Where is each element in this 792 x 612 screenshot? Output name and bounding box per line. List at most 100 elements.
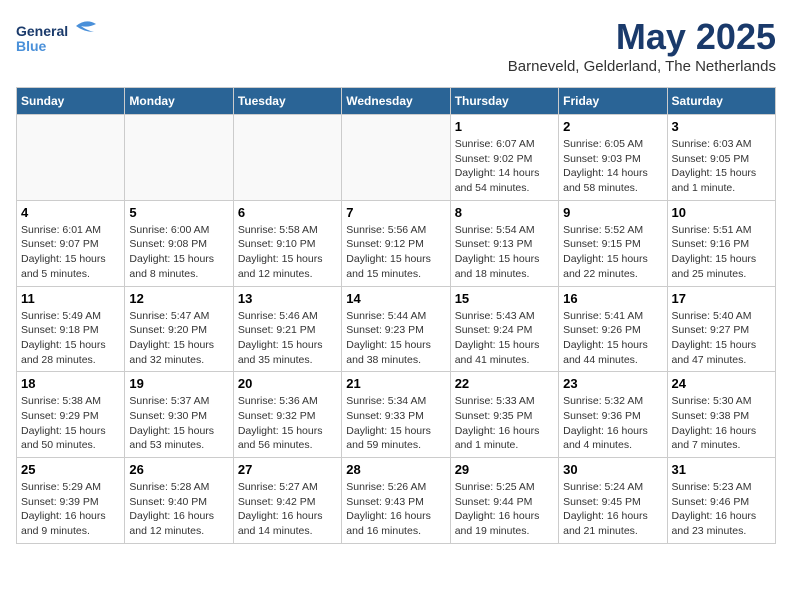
day-info: Sunrise: 5:43 AM Sunset: 9:24 PM Dayligh… — [455, 309, 554, 368]
day-info: Sunrise: 5:32 AM Sunset: 9:36 PM Dayligh… — [563, 394, 662, 453]
day-number: 27 — [238, 462, 337, 477]
calendar-cell — [233, 115, 341, 201]
calendar-cell — [342, 115, 450, 201]
calendar-cell: 25 Sunrise: 5:29 AM Sunset: 9:39 PM Dayli… — [17, 458, 125, 544]
day-number: 14 — [346, 291, 445, 306]
day-info: Sunrise: 5:27 AM Sunset: 9:42 PM Dayligh… — [238, 480, 337, 539]
day-number: 24 — [672, 376, 771, 391]
day-info: Sunrise: 5:47 AM Sunset: 9:20 PM Dayligh… — [129, 309, 228, 368]
calendar-cell: 30Sunrise: 5:24 AM Sunset: 9:45 PM Dayli… — [559, 458, 667, 544]
day-info: Sunrise: 5:49 AM Sunset: 9:18 PM Dayligh… — [21, 309, 120, 368]
weekday-header-thursday: Thursday — [450, 88, 558, 115]
day-number: 31 — [672, 462, 771, 477]
calendar-cell: 10 Sunrise: 5:51 AM Sunset: 9:16 PM Dayli… — [667, 200, 775, 286]
calendar-cell: 1Sunrise: 6:07 AM Sunset: 9:02 PM Daylig… — [450, 115, 558, 201]
calendar-cell — [17, 115, 125, 201]
calendar-cell: 9Sunrise: 5:52 AM Sunset: 9:15 PM Daylig… — [559, 200, 667, 286]
day-info: Sunrise: 5:29 AM Sunset: 9:39 PM Dayligh… — [21, 480, 120, 539]
calendar-cell: 28 Sunrise: 5:26 AM Sunset: 9:43 PM Dayli… — [342, 458, 450, 544]
day-info: Sunrise: 5:40 AM Sunset: 9:27 PM Dayligh… — [672, 309, 771, 368]
day-number: 11 — [21, 291, 120, 306]
day-number: 7 — [346, 205, 445, 220]
day-number: 15 — [455, 291, 554, 306]
day-info: Sunrise: 5:44 AM Sunset: 9:23 PM Dayligh… — [346, 309, 445, 368]
calendar-cell: 23 Sunrise: 5:32 AM Sunset: 9:36 PM Dayli… — [559, 372, 667, 458]
calendar-cell: 22Sunrise: 5:33 AM Sunset: 9:35 PM Dayli… — [450, 372, 558, 458]
day-info: Sunrise: 5:54 AM Sunset: 9:13 PM Dayligh… — [455, 223, 554, 282]
calendar-cell: 20 Sunrise: 5:36 AM Sunset: 9:32 PM Dayli… — [233, 372, 341, 458]
calendar-cell — [125, 115, 233, 201]
calendar-cell: 12Sunrise: 5:47 AM Sunset: 9:20 PM Dayli… — [125, 286, 233, 372]
calendar-cell: 15 Sunrise: 5:43 AM Sunset: 9:24 PM Dayli… — [450, 286, 558, 372]
calendar-cell: 24Sunrise: 5:30 AM Sunset: 9:38 PM Dayli… — [667, 372, 775, 458]
day-info: Sunrise: 5:34 AM Sunset: 9:33 PM Dayligh… — [346, 394, 445, 453]
calendar-cell: 27 Sunrise: 5:27 AM Sunset: 9:42 PM Dayli… — [233, 458, 341, 544]
calendar-cell: 2 Sunrise: 6:05 AM Sunset: 9:03 PM Daylig… — [559, 115, 667, 201]
calendar-week-row-1: 1Sunrise: 6:07 AM Sunset: 9:02 PM Daylig… — [17, 115, 776, 201]
day-info: Sunrise: 6:01 AM Sunset: 9:07 PM Dayligh… — [21, 223, 120, 282]
calendar-cell: 16 Sunrise: 5:41 AM Sunset: 9:26 PM Dayli… — [559, 286, 667, 372]
day-info: Sunrise: 5:26 AM Sunset: 9:43 PM Dayligh… — [346, 480, 445, 539]
day-number: 4 — [21, 205, 120, 220]
weekday-header-wednesday: Wednesday — [342, 88, 450, 115]
day-number: 29 — [455, 462, 554, 477]
day-number: 5 — [129, 205, 228, 220]
title-block: May 2025 Barneveld, Gelderland, The Neth… — [508, 16, 776, 75]
weekday-header-saturday: Saturday — [667, 88, 775, 115]
day-number: 8 — [455, 205, 554, 220]
day-number: 16 — [563, 291, 662, 306]
logo-svg: General Blue — [16, 16, 116, 56]
day-number: 6 — [238, 205, 337, 220]
page-header: General Blue May 2025 Barneveld, Gelderl… — [16, 16, 776, 75]
calendar-cell: 11 Sunrise: 5:49 AM Sunset: 9:18 PM Dayli… — [17, 286, 125, 372]
day-number: 20 — [238, 376, 337, 391]
day-number: 18 — [21, 376, 120, 391]
calendar-cell: 18 Sunrise: 5:38 AM Sunset: 9:29 PM Dayli… — [17, 372, 125, 458]
day-number: 28 — [346, 462, 445, 477]
calendar-week-row-5: 25 Sunrise: 5:29 AM Sunset: 9:39 PM Dayli… — [17, 458, 776, 544]
day-number: 30 — [563, 462, 662, 477]
day-number: 22 — [455, 376, 554, 391]
day-info: Sunrise: 5:28 AM Sunset: 9:40 PM Dayligh… — [129, 480, 228, 539]
day-number: 26 — [129, 462, 228, 477]
month-title: May 2025 — [508, 16, 776, 58]
day-number: 25 — [21, 462, 120, 477]
day-number: 17 — [672, 291, 771, 306]
day-info: Sunrise: 5:37 AM Sunset: 9:30 PM Dayligh… — [129, 394, 228, 453]
location: Barneveld, Gelderland, The Netherlands — [508, 58, 776, 75]
calendar-cell: 6 Sunrise: 5:58 AM Sunset: 9:10 PM Daylig… — [233, 200, 341, 286]
day-info: Sunrise: 6:05 AM Sunset: 9:03 PM Dayligh… — [563, 137, 662, 196]
day-info: Sunrise: 5:38 AM Sunset: 9:29 PM Dayligh… — [21, 394, 120, 453]
calendar-cell: 3Sunrise: 6:03 AM Sunset: 9:05 PM Daylig… — [667, 115, 775, 201]
day-number: 2 — [563, 119, 662, 134]
weekday-header-monday: Monday — [125, 88, 233, 115]
day-number: 19 — [129, 376, 228, 391]
calendar-week-row-3: 11 Sunrise: 5:49 AM Sunset: 9:18 PM Dayli… — [17, 286, 776, 372]
day-number: 23 — [563, 376, 662, 391]
calendar-cell: 26 Sunrise: 5:28 AM Sunset: 9:40 PM Dayli… — [125, 458, 233, 544]
calendar-cell: 31Sunrise: 5:23 AM Sunset: 9:46 PM Dayli… — [667, 458, 775, 544]
calendar-cell: 5 Sunrise: 6:00 AM Sunset: 9:08 PM Daylig… — [125, 200, 233, 286]
svg-text:Blue: Blue — [16, 38, 47, 54]
calendar-cell: 4 Sunrise: 6:01 AM Sunset: 9:07 PM Daylig… — [17, 200, 125, 286]
calendar-cell: 8 Sunrise: 5:54 AM Sunset: 9:13 PM Daylig… — [450, 200, 558, 286]
svg-text:General: General — [16, 23, 68, 39]
day-info: Sunrise: 5:46 AM Sunset: 9:21 PM Dayligh… — [238, 309, 337, 368]
calendar-cell: 14 Sunrise: 5:44 AM Sunset: 9:23 PM Dayli… — [342, 286, 450, 372]
day-number: 13 — [238, 291, 337, 306]
calendar-week-row-4: 18 Sunrise: 5:38 AM Sunset: 9:29 PM Dayli… — [17, 372, 776, 458]
calendar-cell: 29 Sunrise: 5:25 AM Sunset: 9:44 PM Dayli… — [450, 458, 558, 544]
calendar-cell: 17 Sunrise: 5:40 AM Sunset: 9:27 PM Dayli… — [667, 286, 775, 372]
day-number: 21 — [346, 376, 445, 391]
day-info: Sunrise: 5:56 AM Sunset: 9:12 PM Dayligh… — [346, 223, 445, 282]
day-number: 10 — [672, 205, 771, 220]
day-info: Sunrise: 5:25 AM Sunset: 9:44 PM Dayligh… — [455, 480, 554, 539]
day-info: Sunrise: 6:00 AM Sunset: 9:08 PM Dayligh… — [129, 223, 228, 282]
day-info: Sunrise: 5:41 AM Sunset: 9:26 PM Dayligh… — [563, 309, 662, 368]
calendar-cell: 21 Sunrise: 5:34 AM Sunset: 9:33 PM Dayli… — [342, 372, 450, 458]
calendar-cell: 19 Sunrise: 5:37 AM Sunset: 9:30 PM Dayli… — [125, 372, 233, 458]
day-info: Sunrise: 5:51 AM Sunset: 9:16 PM Dayligh… — [672, 223, 771, 282]
weekday-header-sunday: Sunday — [17, 88, 125, 115]
day-info: Sunrise: 5:36 AM Sunset: 9:32 PM Dayligh… — [238, 394, 337, 453]
day-info: Sunrise: 5:58 AM Sunset: 9:10 PM Dayligh… — [238, 223, 337, 282]
